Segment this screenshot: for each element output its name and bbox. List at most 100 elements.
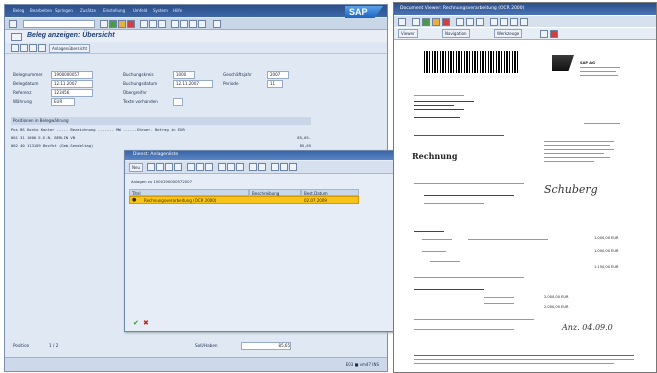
first-page-icon[interactable] bbox=[171, 20, 179, 28]
field-belegdatum[interactable]: 12.11.2007 bbox=[51, 80, 93, 88]
sender-line bbox=[414, 95, 464, 96]
settings-icon[interactable] bbox=[29, 44, 37, 52]
table-row[interactable]: 002 40 113109 Bezfkt (Geb-Sendeltag) 85,… bbox=[11, 142, 311, 149]
find-icon[interactable] bbox=[149, 20, 157, 28]
menu-item-einstellung[interactable]: Einstellung bbox=[103, 8, 125, 13]
texte-checkbox[interactable] bbox=[173, 98, 183, 106]
command-field[interactable] bbox=[23, 20, 95, 28]
viewer-title: Document Viewer: Rechnungsverarbeitung (… bbox=[400, 6, 525, 11]
field-buchungskreis[interactable]: 1000 bbox=[173, 71, 195, 79]
meta-line bbox=[544, 157, 610, 158]
sap-logo: SAP bbox=[345, 6, 383, 18]
cancel-icon[interactable] bbox=[442, 18, 450, 26]
enter-icon[interactable] bbox=[9, 20, 17, 28]
last-page-icon[interactable] bbox=[198, 20, 206, 28]
previous-page-icon[interactable] bbox=[500, 18, 508, 26]
tools-menu-button[interactable]: Werkzeuge bbox=[494, 29, 523, 38]
menu-item-springen[interactable]: Springen bbox=[55, 8, 73, 13]
print-icon[interactable] bbox=[456, 18, 464, 26]
attachment-row[interactable]: ● Rechnungsverarbeitung (OCR 2000) 02.07… bbox=[129, 196, 359, 204]
viewer-menu-button[interactable]: Viewer bbox=[398, 29, 418, 38]
export-icon[interactable] bbox=[227, 163, 235, 171]
navigation-menu-button[interactable]: Navigation bbox=[442, 29, 470, 38]
invoice-heading: Rechnung bbox=[412, 151, 458, 161]
column-header-title[interactable]: Titel bbox=[129, 189, 249, 196]
field-buchungsdatum[interactable]: 12.11.2007 bbox=[173, 80, 213, 88]
field-waehrung[interactable]: EUR bbox=[51, 98, 75, 106]
body-line bbox=[414, 183, 524, 184]
details-icon[interactable] bbox=[271, 163, 279, 171]
find-next-icon[interactable] bbox=[476, 18, 484, 26]
select-all-icon[interactable] bbox=[249, 163, 257, 171]
save-icon[interactable] bbox=[412, 18, 420, 26]
next-page-icon[interactable] bbox=[189, 20, 197, 28]
company-name: SAP AG bbox=[580, 61, 595, 65]
previous-page-icon[interactable] bbox=[180, 20, 188, 28]
graphic-icon[interactable] bbox=[280, 163, 288, 171]
menu-item-bearbeiten[interactable]: Bearbeiten bbox=[30, 8, 52, 13]
new-button[interactable]: Neu bbox=[129, 163, 143, 172]
layout-icon[interactable] bbox=[236, 163, 244, 171]
delete-icon[interactable] bbox=[156, 163, 164, 171]
first-page-icon[interactable] bbox=[490, 18, 498, 26]
saldo-value: 85,65 bbox=[241, 342, 291, 350]
sort-icon[interactable] bbox=[174, 163, 182, 171]
table-row[interactable]: 001 31 1000 E.E.N. BERLIN VN 85,65- bbox=[11, 134, 311, 141]
position-label: Position bbox=[13, 343, 30, 348]
menu-item-hilfe[interactable]: Hilfe bbox=[173, 8, 182, 13]
cancel-icon[interactable]: ✖ bbox=[143, 319, 149, 327]
enter-icon[interactable] bbox=[398, 18, 406, 26]
zoom-icon[interactable] bbox=[540, 30, 548, 38]
menu-item-beleg[interactable]: Beleg bbox=[13, 8, 24, 13]
find-icon[interactable] bbox=[466, 18, 474, 26]
field-referenz[interactable]: 123456 bbox=[51, 89, 93, 97]
dialog-toolbar: Neu bbox=[125, 161, 401, 174]
body-line bbox=[422, 251, 446, 252]
copy-icon[interactable] bbox=[165, 163, 173, 171]
standard-toolbar bbox=[5, 18, 387, 30]
services-icon[interactable] bbox=[38, 44, 46, 52]
tax-icon[interactable] bbox=[20, 44, 28, 52]
menu-item-zusaetze[interactable]: Zusätze bbox=[80, 8, 96, 13]
handwritten-date-note: Anz. 04.09.0 bbox=[562, 323, 613, 332]
body-line bbox=[414, 289, 484, 290]
deselect-icon[interactable] bbox=[258, 163, 266, 171]
footer-line bbox=[414, 359, 634, 360]
find-next-icon[interactable] bbox=[158, 20, 166, 28]
exit-icon[interactable] bbox=[432, 18, 440, 26]
next-page-icon[interactable] bbox=[510, 18, 518, 26]
body-line bbox=[414, 277, 524, 278]
display-icon[interactable] bbox=[11, 44, 19, 52]
column-header-date[interactable]: Best.Datum bbox=[301, 189, 359, 196]
footer-line bbox=[414, 363, 614, 364]
help-icon[interactable] bbox=[213, 20, 221, 28]
field-label-buchungskreis: Buchungskreis bbox=[123, 72, 154, 77]
sum-icon[interactable] bbox=[205, 163, 213, 171]
table-row-amount: 85,65- bbox=[297, 135, 311, 140]
field-belegnummer[interactable]: 1900000057 bbox=[51, 71, 93, 79]
edit-icon[interactable] bbox=[147, 163, 155, 171]
filter-icon[interactable] bbox=[187, 163, 195, 171]
exit-icon[interactable] bbox=[118, 20, 126, 28]
cancel-icon[interactable] bbox=[127, 20, 135, 28]
find-icon[interactable] bbox=[196, 163, 204, 171]
attachment-list-button[interactable]: Anlagenübersicht bbox=[49, 44, 91, 53]
menu-item-umfeld[interactable]: Umfeld bbox=[133, 8, 147, 13]
save-icon[interactable] bbox=[100, 20, 108, 28]
print-icon[interactable] bbox=[140, 20, 148, 28]
column-header-description[interactable]: Beschreibung bbox=[249, 189, 301, 196]
back-icon[interactable] bbox=[422, 18, 430, 26]
confirm-icon[interactable]: ✔ bbox=[133, 319, 139, 327]
attachment-date: 02.07.2009 bbox=[304, 198, 327, 203]
field-periode[interactable]: 11 bbox=[267, 80, 283, 88]
mail-icon[interactable] bbox=[289, 163, 297, 171]
menu-item-system[interactable]: System bbox=[153, 8, 168, 13]
field-geschaeftsjahr[interactable]: 2007 bbox=[267, 71, 289, 79]
footer-line bbox=[414, 355, 634, 356]
print-icon[interactable] bbox=[218, 163, 226, 171]
table-row-text: 002 40 113109 Bezfkt (Geb-Sendeltag) bbox=[11, 143, 94, 148]
field-label-periode: Periode bbox=[223, 81, 239, 86]
close-icon[interactable] bbox=[550, 30, 558, 38]
back-icon[interactable] bbox=[109, 20, 117, 28]
last-page-icon[interactable] bbox=[520, 18, 528, 26]
